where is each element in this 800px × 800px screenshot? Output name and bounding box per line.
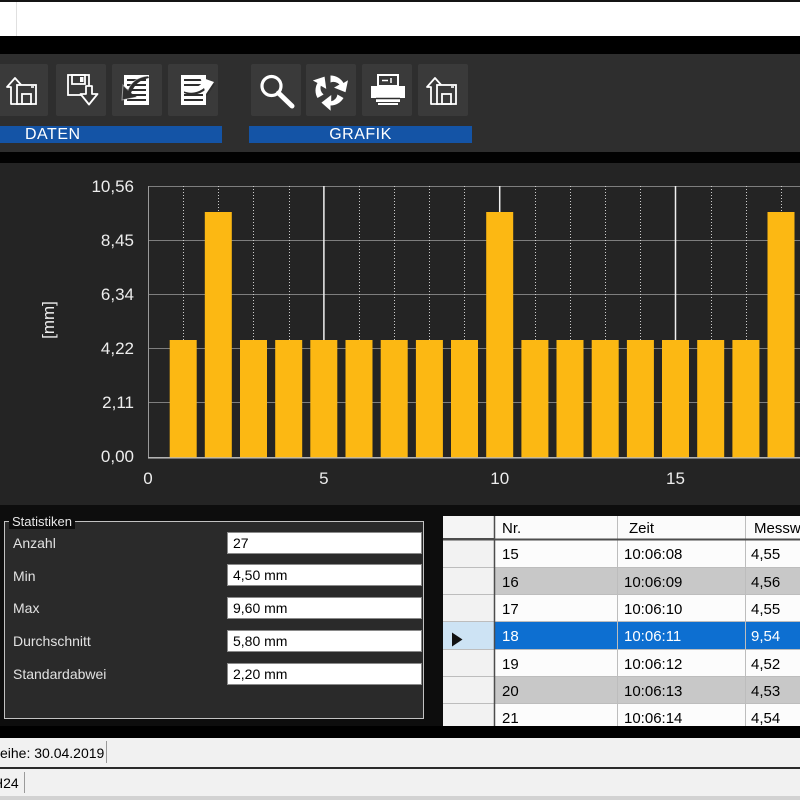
svg-text:10:06:14: 10:06:14 <box>624 710 682 726</box>
svg-text:0,00: 0,00 <box>101 447 134 466</box>
svg-text:6,34: 6,34 <box>101 285 134 304</box>
svg-text:2,11: 2,11 <box>102 393 134 412</box>
svg-text:20: 20 <box>502 683 519 700</box>
svg-text:4,54: 4,54 <box>751 710 780 726</box>
svg-text:8,45: 8,45 <box>101 231 134 250</box>
svg-text:[mm]: [mm] <box>39 301 58 339</box>
svg-text:10:06:13: 10:06:13 <box>624 683 682 700</box>
svg-text:10:06:08: 10:06:08 <box>624 546 682 563</box>
svg-text:18: 18 <box>502 628 519 645</box>
svg-text:0: 0 <box>143 469 152 488</box>
svg-text:4,22: 4,22 <box>101 339 134 358</box>
svg-text:Messwe: Messwe <box>754 520 800 537</box>
svg-text:5: 5 <box>319 469 328 488</box>
svg-text:10:06:10: 10:06:10 <box>624 601 682 618</box>
svg-text:4,55: 4,55 <box>751 546 780 563</box>
svg-text:19: 19 <box>502 656 519 673</box>
svg-text:10,56: 10,56 <box>91 177 134 196</box>
svg-text:Zeit: Zeit <box>629 520 655 537</box>
svg-text:10:06:11: 10:06:11 <box>624 628 681 645</box>
svg-text:15: 15 <box>666 469 685 488</box>
svg-text:4,52: 4,52 <box>751 656 780 673</box>
svg-text:9,54: 9,54 <box>751 628 780 645</box>
svg-text:4,55: 4,55 <box>751 601 780 618</box>
svg-text:10:06:12: 10:06:12 <box>624 656 682 673</box>
svg-text:17: 17 <box>502 601 519 618</box>
svg-text:4,56: 4,56 <box>751 574 780 591</box>
svg-text:10:06:09: 10:06:09 <box>624 574 682 591</box>
svg-text:10: 10 <box>490 469 509 488</box>
svg-text:21: 21 <box>502 710 519 726</box>
svg-text:4,53: 4,53 <box>751 683 780 700</box>
svg-text:15: 15 <box>502 546 519 563</box>
svg-text:16: 16 <box>502 574 519 591</box>
svg-text:Nr.: Nr. <box>502 520 521 537</box>
